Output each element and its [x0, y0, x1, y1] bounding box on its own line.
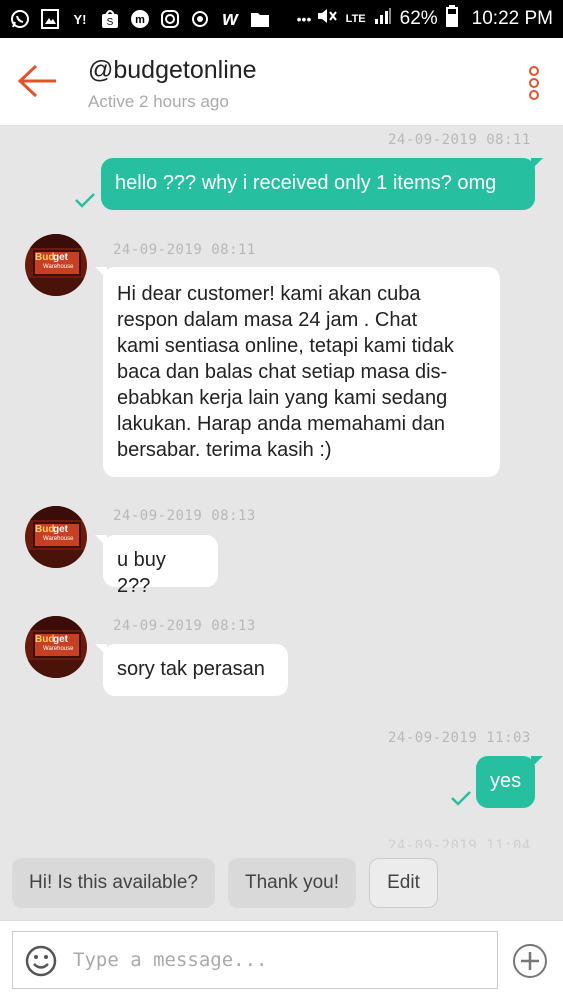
message-line: respon dalam masa 24 jam . Chat: [117, 309, 418, 331]
system-status: LTE 62% 10:22 PM: [316, 5, 553, 33]
incoming-message[interactable]: sory tak perasan: [95, 644, 288, 696]
status-bar: Y! S m w ••• LTE 62% 10:22 PM: [0, 0, 563, 38]
emoji-icon[interactable]: [25, 945, 57, 977]
outgoing-message[interactable]: yes: [476, 756, 543, 808]
shopee-icon: S: [100, 9, 120, 29]
message-input[interactable]: [73, 940, 483, 980]
message-input-box[interactable]: [12, 931, 498, 989]
message-timestamp: 24-09-2019 11:03: [388, 730, 531, 746]
incoming-message[interactable]: u buy 2??: [95, 535, 218, 597]
add-attachment-icon[interactable]: [512, 943, 548, 979]
battery-percent: 62%: [399, 8, 438, 29]
quick-replies: Hi! Is this available? Thank you! Edit: [0, 848, 563, 918]
mute-icon: [316, 6, 338, 32]
message-timestamp: 24-09-2019 08:11: [388, 132, 531, 148]
chat-header: @budgetonline Active 2 hours ago: [0, 38, 563, 126]
seller-avatar[interactable]: Bud get Warehouse: [25, 616, 87, 678]
message-line: kami sentiasa online, tetapi kami tidak: [117, 335, 454, 357]
read-check-icon: [450, 790, 472, 806]
clock: 10:22 PM: [471, 8, 553, 29]
yahoo-icon: Y!: [73, 11, 87, 27]
notification-icons: Y! S m w •••: [10, 7, 314, 30]
outgoing-message[interactable]: hello ??? why i received only 1 items? o…: [101, 158, 543, 210]
message-timestamp: 24-09-2019 11:04: [388, 838, 531, 848]
message-timestamp: 24-09-2019 08:11: [113, 242, 256, 258]
seller-avatar[interactable]: Bud get Warehouse: [25, 234, 87, 296]
whatsapp-icon: [10, 9, 30, 29]
photo-icon: [40, 9, 60, 29]
folder-icon: [250, 9, 270, 29]
lte-indicator: LTE: [345, 13, 366, 25]
quick-reply-thanks[interactable]: Thank you!: [228, 858, 356, 908]
chat-title: @budgetonline: [88, 56, 257, 84]
message-timestamp: 24-09-2019 08:13: [113, 508, 256, 524]
svg-text:m: m: [135, 14, 145, 26]
message-line: lakukan. Harap anda memahami dan: [117, 413, 445, 435]
message-timestamp: 24-09-2019 08:13: [113, 618, 256, 634]
read-check-icon: [74, 192, 96, 208]
messenger-icon: m: [130, 9, 150, 29]
active-status: Active 2 hours ago: [88, 92, 229, 111]
edit-quick-replies-button[interactable]: Edit: [369, 858, 438, 908]
incoming-message[interactable]: Hi dear customer! kami akan cuba respon …: [95, 267, 500, 477]
battery-icon: [445, 5, 458, 33]
app-w-icon: w: [222, 7, 238, 30]
message-line: Hi dear customer! kami akan cuba: [117, 283, 421, 305]
svg-text:S: S: [107, 17, 114, 28]
seller-avatar[interactable]: Bud get Warehouse: [25, 506, 87, 568]
message-line: bersabar. terima kasih :): [117, 439, 332, 461]
instagram-alt-icon: [190, 9, 210, 29]
message-line: ebabkan kerja lain yang kami sedang: [117, 387, 448, 409]
message-list[interactable]: 24-09-2019 08:11 hello ??? why i receive…: [0, 126, 563, 848]
instagram-icon: [160, 9, 180, 29]
signal-icon: [374, 7, 392, 31]
more-options-icon[interactable]: [527, 66, 541, 100]
composer-bar: [0, 920, 563, 1000]
back-arrow-icon[interactable]: [17, 64, 58, 98]
message-line: baca dan balas chat setiap masa dis-: [117, 361, 448, 383]
more-icon: •••: [296, 11, 312, 27]
quick-reply-available[interactable]: Hi! Is this available?: [12, 858, 215, 908]
